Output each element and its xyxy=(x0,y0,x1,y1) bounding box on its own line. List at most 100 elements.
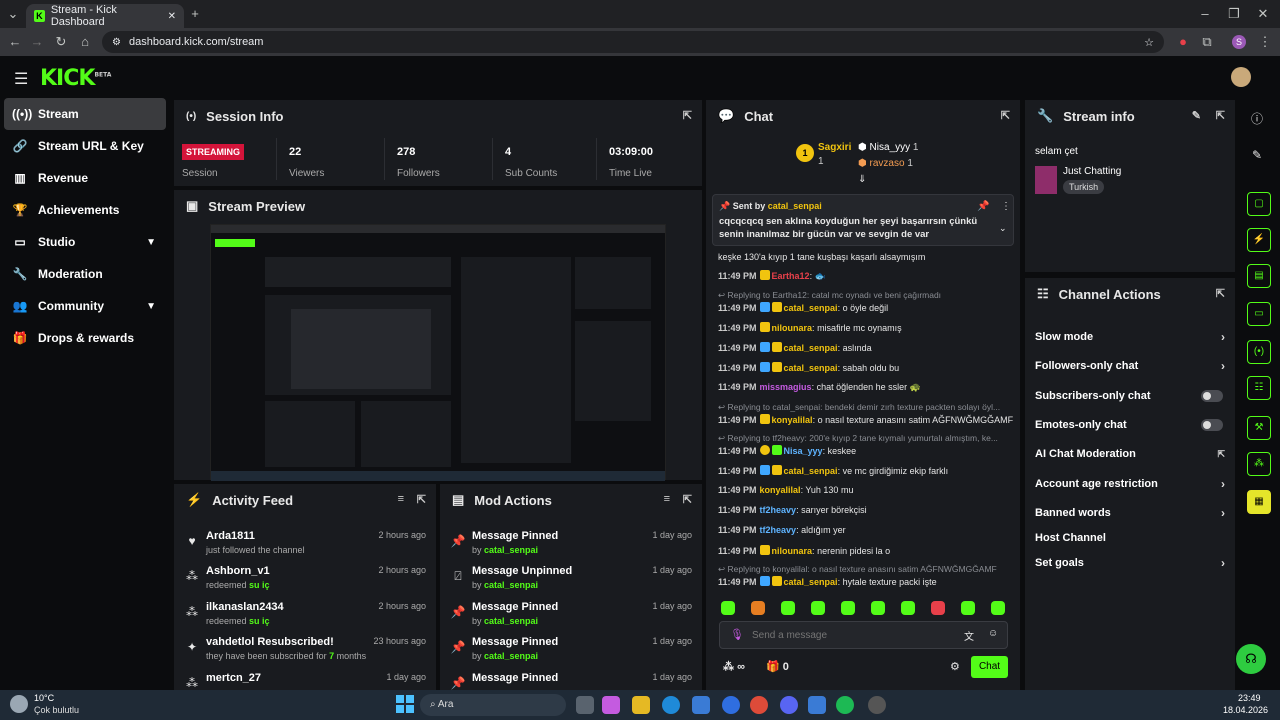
slow-mode-row[interactable]: Slow mode › xyxy=(1035,326,1225,348)
more-options-icon[interactable]: ⋮ xyxy=(1001,201,1011,212)
followers-only-row[interactable]: Followers-only chat › xyxy=(1035,355,1225,377)
set-goals-row[interactable]: Set goals › xyxy=(1035,552,1225,574)
emote-icon[interactable] xyxy=(751,601,765,615)
profile-avatar-icon[interactable]: S xyxy=(1232,35,1246,49)
chat-bubble-icon[interactable]: ▭ xyxy=(1247,302,1271,326)
bookmark-star-icon[interactable]: ☆ xyxy=(1144,36,1154,49)
emote-icon[interactable] xyxy=(871,601,885,615)
chrome-icon[interactable] xyxy=(750,696,768,714)
file-explorer-icon[interactable] xyxy=(632,696,650,714)
pinned-message[interactable]: 📌 Sent by catal_senpai 📌 ⋮ cqcqcqcq sen … xyxy=(712,194,1014,246)
send-chat-button[interactable]: Chat xyxy=(971,656,1008,678)
app-a-icon[interactable] xyxy=(722,696,740,714)
popout-icon[interactable]: ⇱ xyxy=(1216,287,1225,300)
sidebar-item-achievements[interactable]: 🏆 Achievements xyxy=(4,194,166,226)
clip-icon[interactable]: ▢ xyxy=(1247,192,1271,216)
edge-icon[interactable] xyxy=(662,696,680,714)
people-icon[interactable]: ⁂ xyxy=(1247,452,1271,476)
kick-logo[interactable]: KICKBETA xyxy=(40,66,111,91)
edit-pencil-icon[interactable]: ✎ xyxy=(1252,148,1262,162)
clapper-icon[interactable]: ▦ xyxy=(1247,490,1271,514)
copilot-icon[interactable] xyxy=(602,696,620,714)
subscribers-only-row[interactable]: Subscribers-only chat xyxy=(1035,385,1225,407)
emoji-icon[interactable]: ☺ xyxy=(988,628,998,639)
broadcast-icon[interactable]: (•) xyxy=(1247,340,1271,364)
emotes-only-row[interactable]: Emotes-only chat xyxy=(1035,414,1225,436)
emote-icon[interactable] xyxy=(721,601,735,615)
browser-tab[interactable]: K Stream - Kick Dashboard ✕ xyxy=(26,4,184,28)
stream-preview-video[interactable] xyxy=(210,224,666,481)
top-gifter-1[interactable]: Sagxiri xyxy=(818,142,851,153)
wrench-icon[interactable]: ⚒ xyxy=(1247,416,1271,440)
expand-top-gifters-icon[interactable]: ⇓ xyxy=(858,174,866,185)
sidebar-item-stream-url-key[interactable]: 🔗 Stream URL & Key xyxy=(4,130,166,162)
sidebar-item-revenue[interactable]: ▥ Revenue xyxy=(4,162,166,194)
hamburger-menu-icon[interactable]: ☰ xyxy=(14,69,28,89)
popout-icon[interactable]: ⇱ xyxy=(683,109,692,122)
browser-menu-icon[interactable]: ⋮ xyxy=(1256,33,1274,51)
pin-icon[interactable]: 📌 xyxy=(977,201,989,212)
top-gifter-2[interactable]: ⬢ Nisa_yyy 1 xyxy=(858,142,918,153)
top-gifter-3[interactable]: ⬢ ravzaso 1 xyxy=(858,158,913,169)
sidebar-item-moderation[interactable]: 🔧 Moderation xyxy=(4,258,166,290)
emote-icon[interactable] xyxy=(781,601,795,615)
gift-count[interactable]: 🎁 0 xyxy=(766,660,789,673)
ai-moderation-row[interactable]: AI Chat Moderation ⇱ xyxy=(1035,443,1225,465)
filter-icon[interactable]: ≡ xyxy=(398,493,404,505)
popout-icon[interactable]: ⇱ xyxy=(683,493,692,506)
chat-settings-gear-icon[interactable]: ⚙ xyxy=(950,660,960,673)
emote-icon[interactable] xyxy=(991,601,1005,615)
popout-icon[interactable]: ⇱ xyxy=(1216,109,1225,122)
channel-points[interactable]: ⁂ ∞ xyxy=(723,660,745,673)
home-icon[interactable]: ⌂ xyxy=(76,33,94,51)
extensions-puzzle-icon[interactable]: ⧉ xyxy=(1198,33,1216,51)
chat-input-box[interactable]: 🎙 文 ☺ xyxy=(719,621,1008,649)
emote-icon[interactable] xyxy=(931,601,945,615)
edit-pencil-icon[interactable]: ✎ xyxy=(1192,109,1201,122)
user-avatar[interactable] xyxy=(1231,67,1251,87)
store-icon[interactable] xyxy=(692,696,710,714)
microphone-icon[interactable]: 🎙 xyxy=(730,628,744,641)
close-tab-icon[interactable]: ✕ xyxy=(168,11,176,22)
sidebar-item-drops-rewards[interactable]: 🎁 Drops & rewards xyxy=(4,322,166,354)
chat-message-input[interactable] xyxy=(752,626,942,644)
close-window-icon[interactable]: ✕ xyxy=(1254,5,1272,23)
url-field[interactable]: ⚙ dashboard.kick.com/stream ☆ xyxy=(102,31,1164,53)
actions-icon[interactable]: ☷ xyxy=(1247,376,1271,400)
reload-icon[interactable]: ↻ xyxy=(52,33,70,51)
app-icon[interactable] xyxy=(808,696,826,714)
emote-icon[interactable] xyxy=(961,601,975,615)
document-icon[interactable]: ▤ xyxy=(1247,264,1271,288)
discord-icon[interactable] xyxy=(780,696,798,714)
back-icon[interactable]: ← xyxy=(6,33,24,51)
extension-icon[interactable]: ● xyxy=(1174,33,1192,51)
filter-icon[interactable]: ≡ xyxy=(664,493,670,505)
chevron-down-icon[interactable]: ⌄ xyxy=(999,223,1007,234)
taskbar-search[interactable]: ⌕ Ara xyxy=(420,694,566,716)
info-icon[interactable]: ⓘ xyxy=(1251,110,1263,127)
spotify-icon[interactable] xyxy=(836,696,854,714)
app-icon[interactable] xyxy=(868,696,886,714)
tab-list-icon[interactable]: ⌄ xyxy=(4,5,22,23)
site-info-icon[interactable]: ⚙ xyxy=(112,37,121,48)
host-channel-row[interactable]: Host Channel xyxy=(1035,527,1225,549)
windows-start-icon[interactable] xyxy=(396,695,414,713)
emote-icon[interactable] xyxy=(811,601,825,615)
sidebar-item-stream[interactable]: ((•)) Stream xyxy=(4,98,166,130)
banned-words-row[interactable]: Banned words › xyxy=(1035,502,1225,524)
new-tab-icon[interactable]: + xyxy=(186,5,204,23)
sidebar-item-community[interactable]: 👥 Community ▼ xyxy=(4,290,166,322)
popout-icon[interactable]: ⇱ xyxy=(1001,109,1010,122)
support-headset-icon[interactable]: ☊ xyxy=(1236,644,1266,674)
emote-icon[interactable] xyxy=(841,601,855,615)
minimize-icon[interactable]: – xyxy=(1196,5,1214,23)
account-age-row[interactable]: Account age restriction › xyxy=(1035,473,1225,495)
translate-icon[interactable]: 文 xyxy=(964,628,974,643)
forward-icon[interactable]: → xyxy=(28,33,46,51)
emote-icon[interactable] xyxy=(901,601,915,615)
maximize-icon[interactable]: ❐ xyxy=(1225,5,1243,23)
sidebar-item-studio[interactable]: ▭ Studio ▼ xyxy=(4,226,166,258)
popout-icon[interactable]: ⇱ xyxy=(417,493,426,506)
lightning-icon[interactable]: ⚡ xyxy=(1247,228,1271,252)
task-view-icon[interactable] xyxy=(576,696,594,714)
